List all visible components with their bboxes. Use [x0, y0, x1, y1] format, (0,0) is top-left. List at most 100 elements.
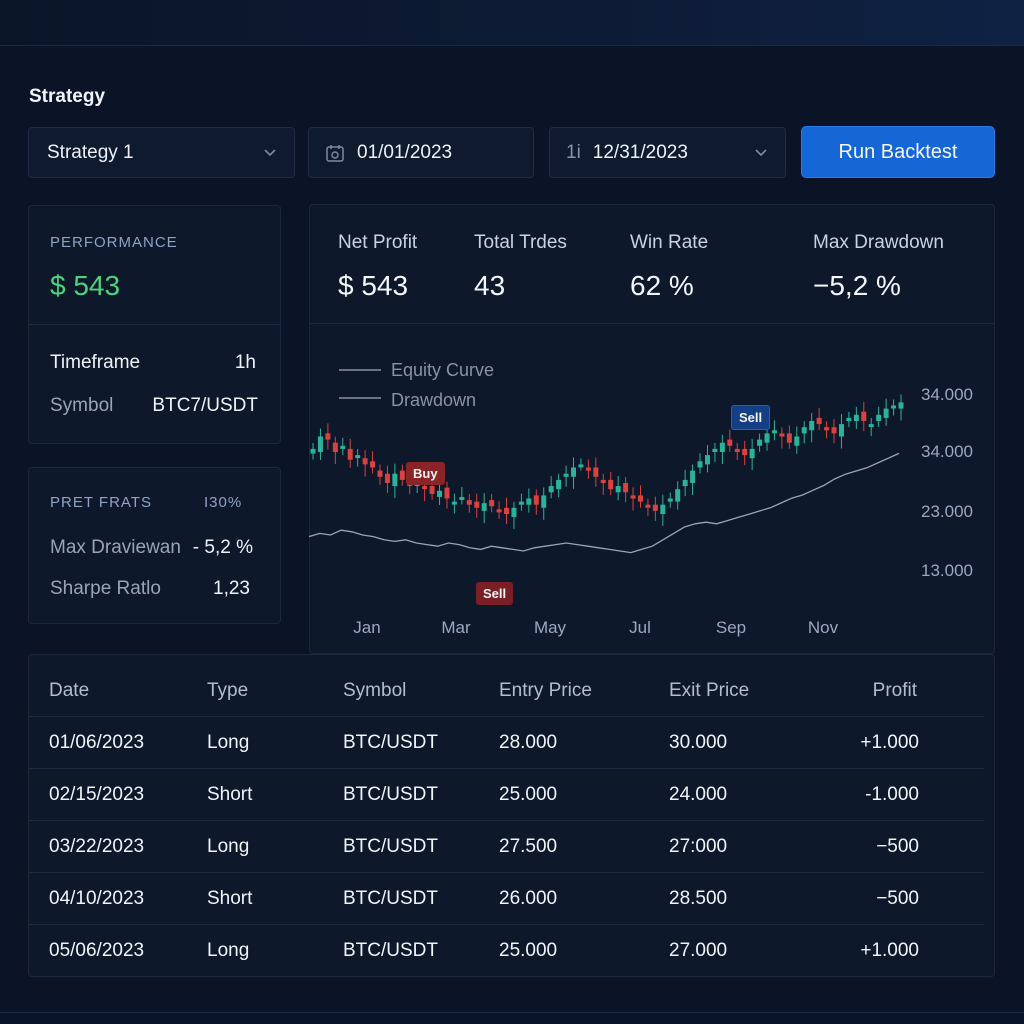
- stat-value: 62 %: [630, 270, 694, 301]
- y-tick-label: 34.000: [921, 385, 973, 404]
- sell-marker: Sell: [476, 582, 514, 605]
- top-bar: [0, 0, 1024, 46]
- candle: [876, 414, 882, 421]
- candle: [690, 470, 696, 483]
- run-backtest-button[interactable]: Run Backtest: [801, 126, 995, 178]
- stat-label: Net Profit: [338, 232, 418, 253]
- cell-exit: 30.000: [669, 732, 728, 753]
- cell-date: 04/10/2023: [49, 888, 145, 909]
- candle: [362, 458, 368, 465]
- stat-label: Max Drawdown: [813, 232, 944, 253]
- column-header[interactable]: Date: [49, 680, 89, 702]
- cell-date: 01/06/2023: [49, 732, 145, 753]
- candle: [556, 479, 562, 490]
- candle: [742, 448, 748, 456]
- candle: [347, 448, 353, 460]
- candle: [399, 470, 405, 480]
- cell-profit: +1.000: [860, 732, 919, 753]
- candle: [764, 433, 770, 443]
- candle: [481, 503, 487, 511]
- candle: [794, 436, 800, 446]
- y-tick-label: 13.000: [921, 561, 973, 580]
- cell-date: 02/15/2023: [49, 784, 145, 805]
- candle: [667, 498, 673, 502]
- end-date-field[interactable]: 1i 12/31/2023: [549, 127, 786, 178]
- strategy-select[interactable]: Strategy 1: [28, 127, 295, 178]
- divider: [29, 324, 280, 325]
- candle: [682, 479, 688, 487]
- cell-type: Long: [207, 732, 250, 753]
- candle: [518, 501, 524, 505]
- candle: [779, 433, 785, 437]
- bottom-bar: [0, 1012, 1024, 1024]
- performance-title: PERFORMANCE: [50, 234, 178, 251]
- end-date-value: 12/31/2023: [592, 141, 688, 163]
- x-tick-label: Mar: [441, 618, 471, 637]
- candle: [541, 495, 547, 508]
- candle: [846, 417, 852, 421]
- candle: [444, 487, 450, 499]
- end-date-icon: 1i: [566, 141, 581, 163]
- x-tick-label: Nov: [808, 618, 839, 637]
- candle: [891, 405, 897, 409]
- cell-profit: −500: [876, 836, 919, 857]
- column-header[interactable]: Profit: [873, 680, 917, 702]
- candle: [489, 500, 495, 507]
- candle: [496, 509, 502, 513]
- cell-symbol: BTC/USDT: [343, 732, 438, 753]
- cell-entry: 27.500: [499, 836, 558, 857]
- candle: [861, 411, 867, 421]
- candle: [585, 467, 591, 471]
- candle: [526, 498, 532, 505]
- candle: [749, 448, 755, 459]
- strategy-select-value: Strategy 1: [47, 141, 134, 163]
- backtest-chart: Equity Curve Drawdown 34.000 34.000 23.000…: [309, 360, 973, 637]
- candle: [868, 424, 874, 428]
- cell-type: Short: [207, 888, 253, 909]
- candle: [623, 483, 629, 493]
- cell-symbol: BTC/USDT: [343, 836, 438, 857]
- start-date-value: 01/01/2023: [357, 141, 453, 163]
- start-date-field[interactable]: 01/01/2023: [308, 127, 534, 178]
- x-tick-label: Jan: [353, 618, 380, 637]
- cell-date: 05/06/2023: [49, 940, 145, 961]
- candle: [422, 486, 428, 490]
- cell-type: Short: [207, 784, 253, 805]
- candle: [824, 427, 830, 431]
- performance-panel: PERFORMANCE $ 543 Timeframe 1h Symbol BT…: [28, 205, 281, 444]
- cell-exit: 27.000: [669, 940, 728, 961]
- cell-symbol: BTC/USDT: [343, 888, 438, 909]
- candle: [697, 461, 703, 468]
- candle: [660, 504, 666, 514]
- candle: [504, 507, 510, 514]
- candle: [370, 461, 376, 468]
- candle: [675, 489, 681, 502]
- cell-type: Long: [207, 940, 250, 961]
- metrics-panel: PRET FRATS I30% Max Draviewan - 5,2 % Sh…: [28, 467, 281, 624]
- candle: [548, 486, 554, 493]
- equity-line: [309, 452, 900, 554]
- candle: [384, 473, 390, 483]
- candle: [474, 501, 480, 508]
- metrics-title: PRET FRATS: [50, 494, 152, 511]
- divider: [310, 323, 994, 324]
- candle: [838, 424, 844, 437]
- column-header[interactable]: Symbol: [343, 680, 406, 702]
- candle: [340, 445, 346, 449]
- cell-entry: 26.000: [499, 888, 558, 909]
- stat-value: 43: [474, 270, 506, 301]
- candle: [615, 486, 621, 493]
- stat-label: Total Trdes: [474, 232, 567, 253]
- candle: [771, 430, 777, 434]
- column-header[interactable]: Entry Price: [499, 680, 592, 702]
- candle: [883, 408, 889, 418]
- cell-exit: 28.500: [669, 888, 728, 909]
- cell-symbol: BTC/USDT: [343, 940, 438, 961]
- candle: [377, 470, 383, 477]
- candle: [392, 473, 398, 487]
- column-header[interactable]: Exit Price: [669, 680, 749, 702]
- candle: [310, 448, 316, 454]
- column-header[interactable]: Type: [207, 680, 248, 702]
- candle: [853, 414, 859, 421]
- buy-marker: Buy: [406, 462, 445, 485]
